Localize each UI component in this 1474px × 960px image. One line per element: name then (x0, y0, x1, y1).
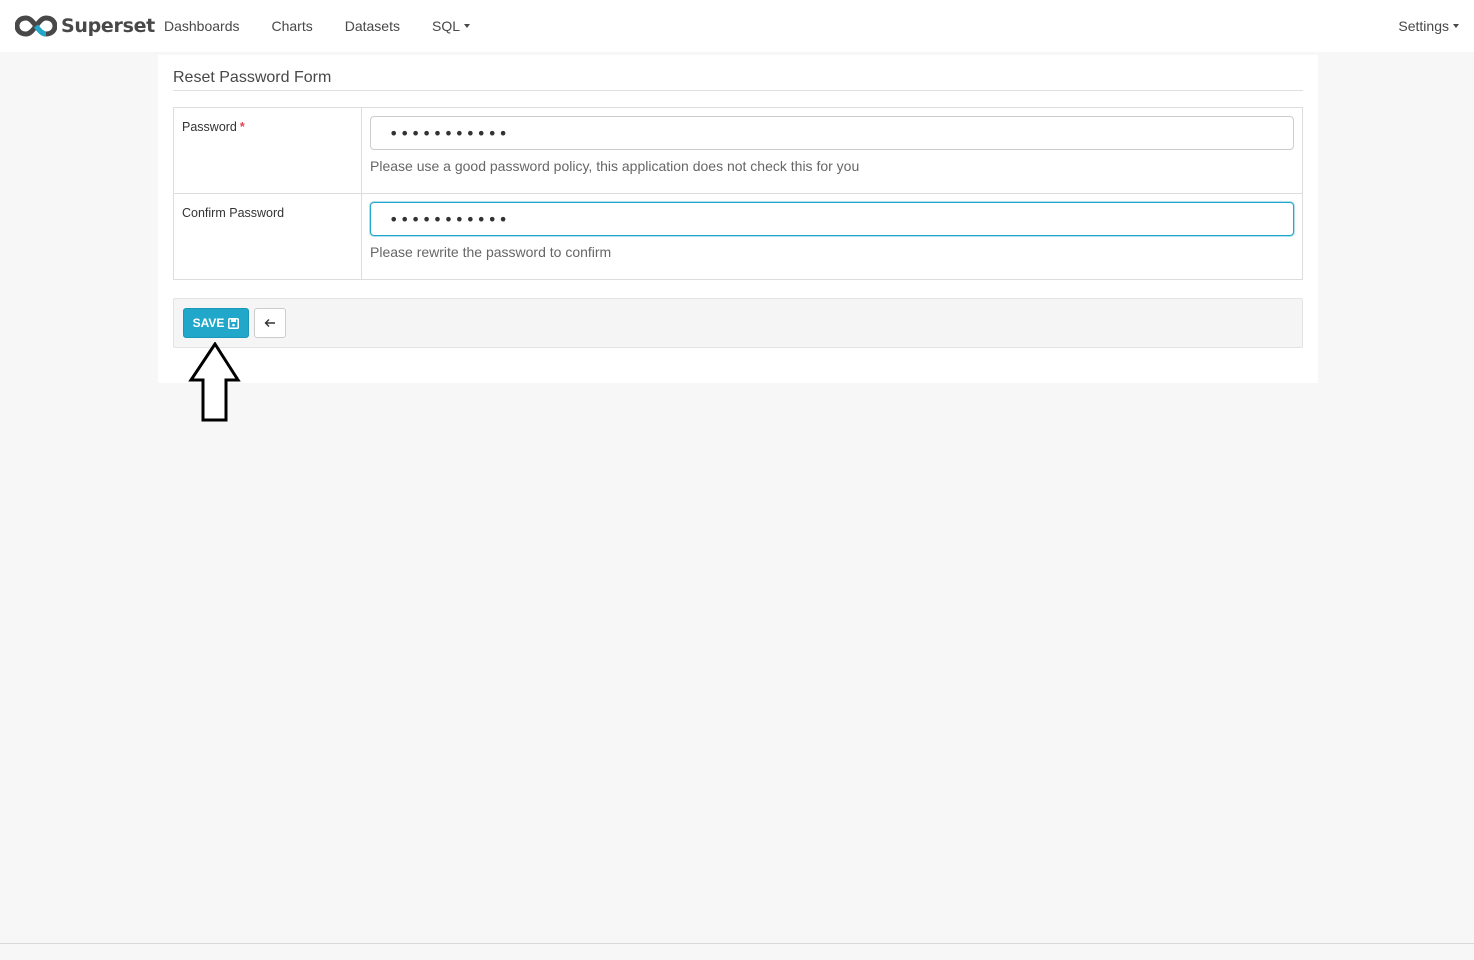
password-help-text: Please use a good password policy, this … (370, 158, 860, 174)
form-actions-well: SAVE (173, 298, 1303, 348)
caret-down-icon (1453, 24, 1459, 28)
nav-charts[interactable]: Charts (256, 0, 329, 52)
nav-sql-dropdown[interactable]: SQL (416, 0, 486, 52)
floppy-disk-icon (228, 317, 240, 329)
required-marker: * (239, 120, 245, 134)
caret-down-icon (464, 24, 470, 28)
page-title: Reset Password Form (173, 69, 332, 86)
save-button-label: SAVE (192, 316, 225, 330)
nav-dashboards[interactable]: Dashboards (148, 0, 256, 52)
nav-dashboards-label: Dashboards (164, 18, 240, 34)
password-input-cell: Please use a good password policy, this … (362, 108, 1302, 193)
title-divider (173, 90, 1303, 91)
confirm-password-row: Confirm Password Please rewrite the pass… (174, 194, 1302, 279)
superset-logo-icon (15, 15, 57, 37)
save-button[interactable]: SAVE (183, 308, 249, 338)
brand-name: Superset (61, 15, 155, 37)
top-navbar: Superset Dashboards Charts Datasets SQL … (0, 0, 1474, 52)
confirm-password-label: Confirm Password (182, 206, 285, 220)
settings-dropdown[interactable]: Settings (1398, 0, 1459, 52)
nav-sql-label: SQL (431, 18, 460, 34)
confirm-password-help-text: Please rewrite the password to confirm (370, 244, 612, 260)
confirm-password-input-cell: Please rewrite the password to confirm (362, 194, 1302, 279)
reset-password-panel: Reset Password Form Password* Please use… (158, 55, 1318, 383)
arrow-left-icon (264, 319, 275, 327)
settings-label: Settings (1398, 18, 1449, 34)
up-arrow-annotation (188, 342, 241, 422)
password-label: Password (182, 120, 237, 134)
nav-datasets-label: Datasets (344, 18, 400, 34)
back-button[interactable] (254, 308, 286, 338)
confirm-password-label-cell: Confirm Password (174, 194, 362, 279)
password-label-cell: Password * (174, 108, 362, 193)
footer-divider (0, 943, 1474, 944)
nav-datasets[interactable]: Datasets (329, 0, 416, 52)
confirm-password-field[interactable] (370, 202, 1294, 236)
form-table: Password* Please use a good password pol… (173, 107, 1303, 280)
nav-charts-label: Charts (271, 18, 313, 34)
brand-logo-link[interactable]: Superset (15, 11, 155, 41)
main-nav: Dashboards Charts Datasets SQL (148, 0, 486, 52)
password-field[interactable] (370, 116, 1294, 150)
password-row: Password* Please use a good password pol… (174, 108, 1302, 194)
